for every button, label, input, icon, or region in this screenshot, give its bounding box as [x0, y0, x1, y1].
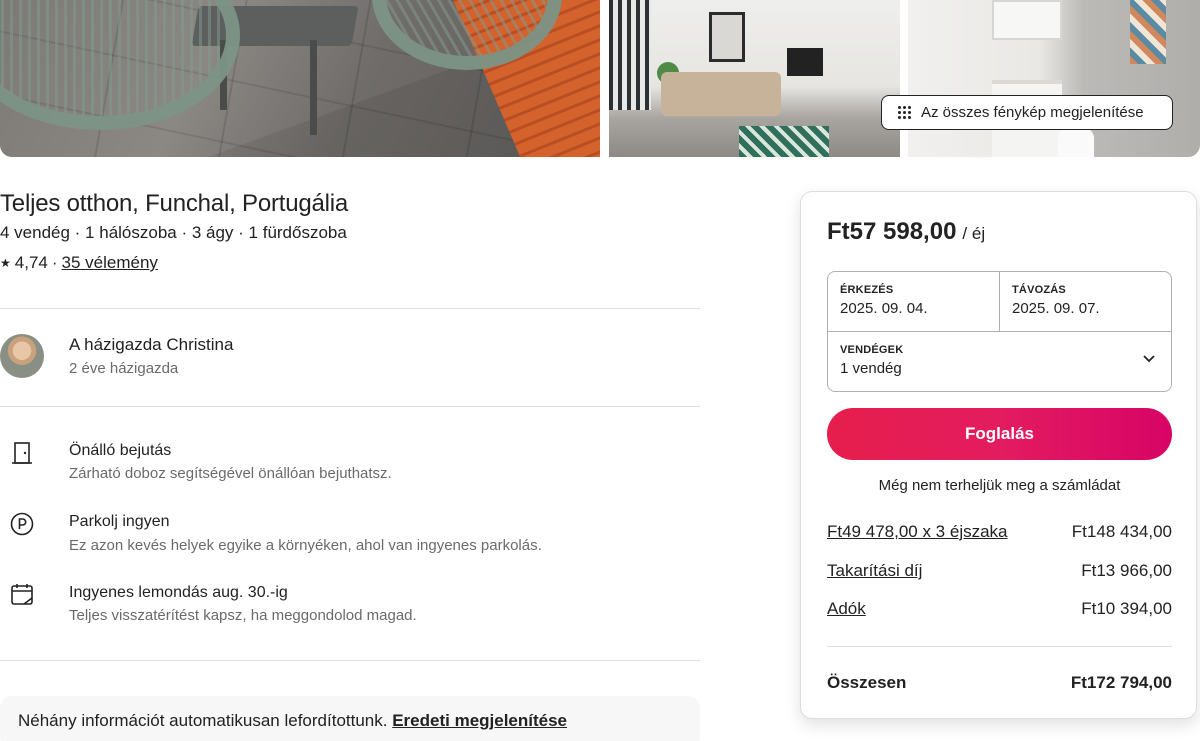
total-row: Összesen Ft172 794,00	[827, 673, 1172, 693]
grid-dots-icon	[898, 106, 911, 119]
show-all-photos-button[interactable]: Az összes fénykép megjelenítése	[881, 95, 1173, 130]
total-amount: Ft172 794,00	[1070, 673, 1172, 692]
section-divider	[0, 660, 700, 661]
rating-line: ★ 4,74 · 35 vélemény	[0, 253, 158, 273]
price-amount: Ft57 598,00	[827, 218, 957, 245]
feature-description: Teljes visszatérítést kapsz, ha meggondo…	[69, 607, 417, 624]
host-tenure: 2 éve házigazda	[69, 360, 179, 377]
fee-label[interactable]: Ft49 478,00 x 3 éjszaka	[827, 522, 1008, 542]
fee-row: Adók Ft10 394,00	[827, 599, 1172, 619]
feature-description: Zárható doboz segítségével önállóan beju…	[69, 465, 392, 482]
reserve-button[interactable]: Foglalás	[827, 408, 1172, 460]
section-divider	[0, 406, 700, 407]
rug	[739, 126, 829, 157]
checkout-value: 2025. 09. 07.	[1012, 300, 1100, 317]
door-icon	[12, 442, 32, 464]
fee-label[interactable]: Takarítási díj	[827, 561, 922, 581]
fee-amount: Ft13 966,00	[1081, 561, 1172, 580]
photo-gallery: Az összes fénykép megjelenítése	[0, 0, 1200, 157]
guests-label: VENDÉGEK	[840, 344, 904, 356]
checkin-value: 2025. 09. 04.	[840, 300, 928, 317]
total-label: Összesen	[827, 673, 907, 692]
booking-card: Ft57 598,00 / éj ÉRKEZÉS 2025. 09. 04. T…	[800, 191, 1197, 719]
fee-row: Takarítási díj Ft13 966,00	[827, 561, 1172, 581]
feature-title: Ingyenes lemondás aug. 30.-ig	[69, 584, 288, 601]
checkout-field[interactable]: TÁVOZÁS 2025. 09. 07.	[1000, 272, 1171, 332]
rating-separator: ·	[51, 253, 58, 272]
checkin-label: ÉRKEZÉS	[840, 284, 894, 296]
feature-title: Parkolj ingyen	[69, 513, 170, 530]
photo-terrace[interactable]	[0, 0, 600, 157]
decor-tiles	[1130, 0, 1166, 64]
section-divider	[0, 308, 700, 309]
date-guest-picker: ÉRKEZÉS 2025. 09. 04. TÁVOZÁS 2025. 09. …	[827, 271, 1172, 392]
fee-amount: Ft10 394,00	[1081, 599, 1172, 618]
photo-bathroom[interactable]	[908, 0, 1200, 157]
wall-picture	[709, 12, 745, 62]
show-original-link[interactable]: Eredeti megjelenítése	[392, 711, 567, 730]
fee-row: Ft49 478,00 x 3 éjszaka Ft148 434,00	[827, 522, 1172, 542]
living-window	[609, 0, 651, 110]
card-divider	[827, 646, 1172, 647]
wall-tv	[787, 48, 823, 76]
host-name: A házigazda Christina	[69, 335, 234, 354]
parking-icon	[10, 512, 34, 536]
translation-notice: Néhány információt automatikusan lefordí…	[0, 696, 700, 741]
translation-notice-text: Néhány információt automatikusan lefordí…	[18, 711, 388, 730]
checkin-field[interactable]: ÉRKEZÉS 2025. 09. 04.	[828, 272, 1000, 332]
listing-title: Teljes otthon, Funchal, Portugália	[0, 190, 349, 217]
feature-description: Ez azon kevés helyek egyike a környéken,…	[69, 537, 542, 554]
chevron-down-icon	[1143, 355, 1155, 363]
rating-value: 4,74	[14, 253, 48, 272]
guests-value: 1 vendég	[840, 360, 902, 377]
price-unit: / éj	[962, 224, 986, 243]
photo-living-room[interactable]	[609, 0, 900, 157]
table-leg	[310, 40, 317, 135]
reviews-link[interactable]: 35 vélemény	[62, 253, 158, 273]
calendar-icon	[11, 584, 33, 605]
bathroom-shelf	[992, 0, 1062, 40]
fee-amount: Ft148 434,00	[1071, 522, 1172, 541]
star-icon: ★	[0, 256, 11, 270]
sofa	[661, 72, 781, 116]
guests-select[interactable]: VENDÉGEK 1 vendég	[828, 332, 1171, 391]
avatar[interactable]	[0, 334, 44, 378]
fee-label[interactable]: Adók	[827, 599, 866, 619]
checkout-label: TÁVOZÁS	[1012, 284, 1066, 296]
show-all-photos-label: Az összes fénykép megjelenítése	[921, 104, 1144, 121]
nightly-price: Ft57 598,00 / éj	[827, 218, 985, 246]
no-charge-note: Még nem terheljük meg a számládat	[878, 477, 1121, 494]
toilet	[1058, 128, 1094, 157]
feature-title: Önálló bejutás	[69, 442, 172, 459]
listing-summary: 4 vendég · 1 hálószoba · 3 ágy · 1 fürdő…	[0, 223, 347, 242]
